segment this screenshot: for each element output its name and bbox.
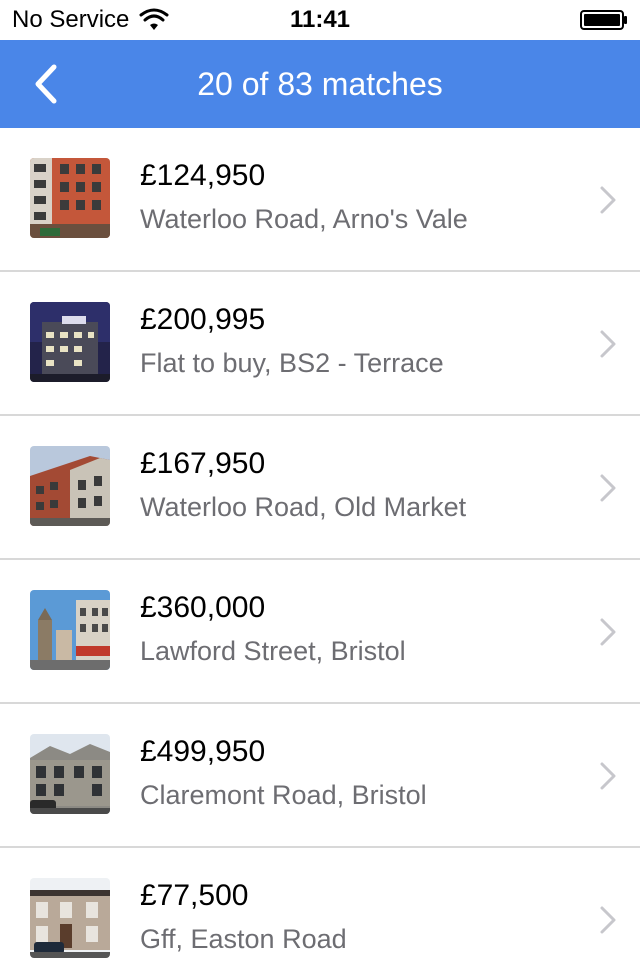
listing-address: Flat to buy, BS2 - Terrace <box>140 348 444 378</box>
property-thumbnail <box>30 302 110 382</box>
listing-address: Lawford Street, Bristol <box>140 636 406 666</box>
property-thumbnail <box>30 734 110 814</box>
listing-address: Waterloo Road, Arno's Vale <box>140 204 468 234</box>
listing-list: £124,950 Waterloo Road, Arno's Vale £200… <box>0 128 640 960</box>
property-thumbnail <box>30 590 110 670</box>
listing-address: Waterloo Road, Old Market <box>140 492 467 522</box>
chevron-right-icon <box>600 618 616 646</box>
listing-price: £360,000 <box>140 591 266 624</box>
chevron-right-icon <box>600 186 616 214</box>
list-item[interactable]: £200,995 Flat to buy, BS2 - Terrace <box>0 272 640 416</box>
list-item[interactable]: £77,500 Gff, Easton Road <box>0 848 640 960</box>
property-thumbnail <box>30 158 110 238</box>
list-item[interactable]: £167,950 Waterloo Road, Old Market <box>0 416 640 560</box>
battery-icon <box>580 10 628 30</box>
chevron-right-icon <box>600 474 616 502</box>
list-item[interactable]: £360,000 Lawford Street, Bristol <box>0 560 640 704</box>
listing-price: £167,950 <box>140 447 266 480</box>
list-item[interactable]: £499,950 Claremont Road, Bristol <box>0 704 640 848</box>
back-button[interactable] <box>16 54 76 114</box>
status-time: 11:41 <box>289 6 351 33</box>
property-thumbnail <box>30 446 110 526</box>
listing-address: Claremont Road, Bristol <box>140 780 427 810</box>
chevron-right-icon <box>600 762 616 790</box>
listing-address: Gff, Easton Road <box>140 924 347 954</box>
nav-bar: 20 of 83 matches <box>0 40 640 128</box>
status-bar: No Service 11:41 <box>0 0 640 40</box>
listing-price: £124,950 <box>140 159 266 192</box>
chevron-right-icon <box>600 330 616 358</box>
listing-price: £200,995 <box>140 303 266 336</box>
chevron-left-icon <box>35 64 57 104</box>
chevron-right-icon <box>600 906 616 934</box>
listing-price: £77,500 <box>140 879 249 912</box>
page-title: 20 of 83 matches <box>197 66 443 102</box>
property-thumbnail <box>30 878 110 958</box>
listing-price: £499,950 <box>140 735 266 768</box>
list-item[interactable]: £124,950 Waterloo Road, Arno's Vale <box>0 128 640 272</box>
